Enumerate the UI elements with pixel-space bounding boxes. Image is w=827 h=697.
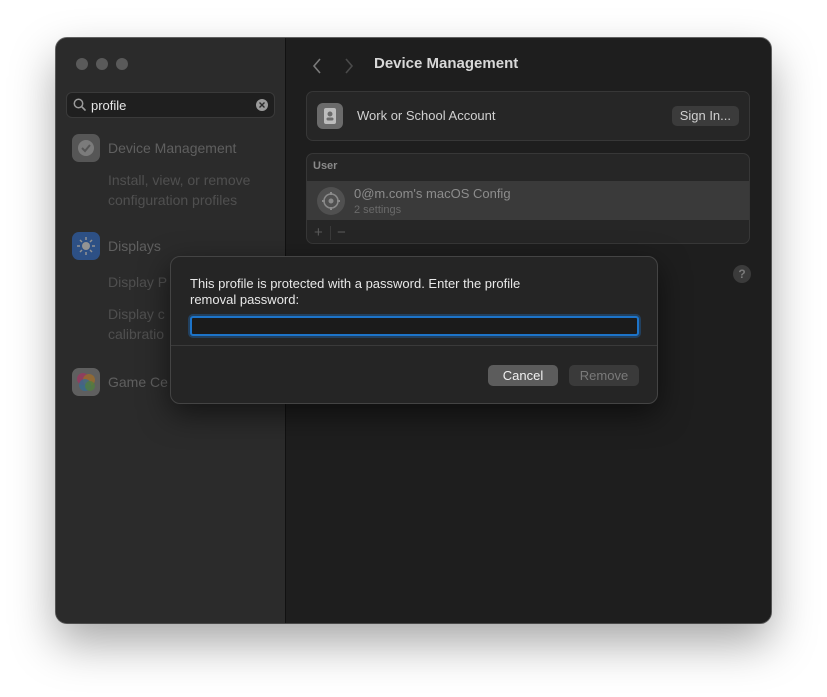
search-input[interactable] [91,96,251,114]
divider [330,226,331,240]
window-controls [76,58,128,70]
sidebar-item-label: Device Management [108,140,237,156]
cancel-button[interactable]: Cancel [488,365,558,386]
checkmark-badge-icon [72,134,100,162]
back-button[interactable] [306,55,328,77]
sidebar-item-sub: Install, view, or remove [108,172,251,188]
profile-name: 0@m.com's macOS Config [354,186,511,201]
chevron-left-icon [312,58,321,74]
divider [171,345,657,346]
clear-search-icon[interactable] [256,99,268,111]
help-button[interactable]: ? [733,265,751,283]
dialog-message: This profile is protected with a passwor… [190,276,521,307]
sun-icon [72,232,100,260]
sidebar-item-sub: configuration profiles [108,192,238,208]
work-school-account-card: Work or School Account Sign In... [306,91,750,141]
gear-icon [317,187,345,215]
search-icon [73,98,86,111]
id-badge-icon [317,103,343,129]
profile-row[interactable]: 0@m.com's macOS Config 2 settings [307,181,749,220]
forward-button[interactable] [338,55,360,77]
remove-profile-button[interactable]: − [337,224,346,241]
user-profiles-card: User 0@m.com's macOS Config 2 settings + [306,153,750,244]
remove-button[interactable]: Remove [569,365,639,386]
removal-password-input[interactable] [190,316,639,336]
sidebar-item-sub: Display P [108,274,168,290]
zoom-window-button[interactable] [116,58,128,70]
minimize-window-button[interactable] [96,58,108,70]
sign-in-button[interactable]: Sign In... [671,106,739,126]
chevron-right-icon [345,58,354,74]
sidebar-item-label: Game Ce [108,374,168,390]
search-field[interactable] [66,92,275,118]
game-center-icon [72,368,100,396]
sidebar-item-sub: Display c [108,306,165,322]
account-label: Work or School Account [357,108,496,123]
add-profile-button[interactable]: + [314,224,323,241]
sidebar-item-label: Displays [108,238,161,254]
sidebar-item-sub: calibratio [108,326,165,342]
profile-settings-count: 2 settings [354,204,402,216]
navigation-buttons [306,55,370,77]
close-window-button[interactable] [76,58,88,70]
password-dialog: This profile is protected with a passwor… [170,256,658,404]
page-title: Device Management [374,55,519,72]
section-header: User [313,160,338,172]
